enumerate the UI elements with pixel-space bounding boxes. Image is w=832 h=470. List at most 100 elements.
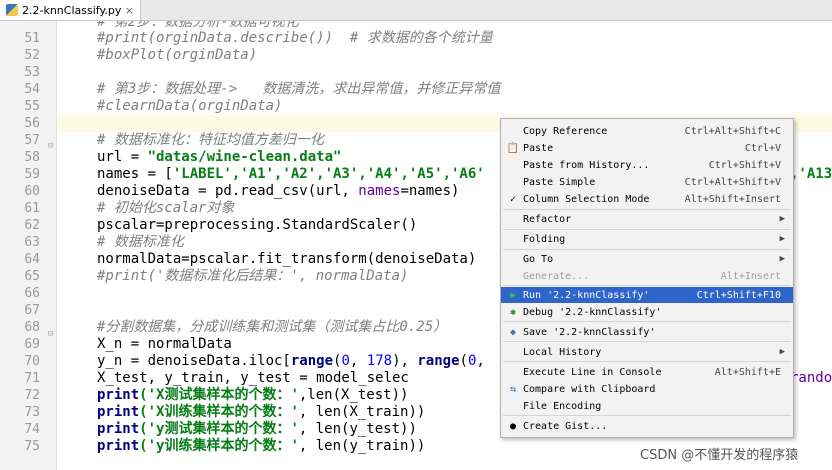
- submenu-arrow-icon: ▶: [779, 214, 785, 224]
- code-text: , len(X_train)): [298, 404, 426, 420]
- menu-separator: [503, 415, 791, 416]
- line-number: 65: [24, 269, 40, 284]
- menu-shortcut: Alt+Shift+E: [714, 366, 781, 378]
- close-icon[interactable]: ×: [125, 4, 134, 17]
- code-builtin: range: [417, 353, 460, 369]
- compare-icon: ⇆: [509, 383, 517, 395]
- line-number: 51: [24, 31, 40, 46]
- code-text: =names): [400, 183, 460, 199]
- line-number: 67: [24, 303, 40, 318]
- code-text: ,len(X_test)): [298, 387, 409, 403]
- menu-label: Execute Line in Console: [523, 366, 662, 378]
- submenu-arrow-icon: ▶: [779, 234, 785, 244]
- menu-item-save[interactable]: ◆ Save '2.2-knnClassify': [501, 324, 793, 340]
- editor-tab-bar: 2.2-knnClassify.py ×: [0, 0, 832, 21]
- paste-icon: 📋: [506, 142, 520, 154]
- menu-item-paste-history[interactable]: Paste from History... Ctrl+Shift+V: [501, 157, 793, 173]
- line-number-gutter: 51 52 53 54 55 56 57 58 59 60 61 62 63 64 65 66 67 68 69 70…: [0, 21, 57, 470]
- code-builtin: print: [97, 438, 140, 454]
- menu-item-debug[interactable]: ✱ Debug '2.2-knnClassify': [501, 304, 793, 320]
- line-number: 63: [24, 235, 40, 250]
- menu-shortcut: Alt+Shift+Insert: [684, 193, 781, 205]
- menu-item-create-gist[interactable]: ● Create Gist...: [501, 418, 793, 434]
- menu-label: Generate...: [523, 270, 590, 282]
- menu-label: Paste from History...: [523, 159, 650, 171]
- code-line-52: #boxPlot(orginData): [57, 47, 832, 64]
- menu-item-execute-line-in-console[interactable]: Execute Line in Console Alt+Shift+E: [501, 364, 793, 380]
- menu-item-go-to[interactable]: Go To ▶: [501, 251, 793, 267]
- line-number: 54: [24, 82, 40, 97]
- code-comment: #clearnData(orginData): [97, 98, 283, 114]
- menu-item-generate[interactable]: Generate... Alt+Insert: [501, 268, 793, 284]
- menu-separator: [503, 361, 791, 362]
- file-tab-title: 2.2-knnClassify.py: [22, 3, 122, 17]
- menu-item-paste-simple[interactable]: Paste Simple Ctrl+Alt+Shift+V: [501, 174, 793, 190]
- menu-shortcut: Ctrl+Shift+F10: [696, 289, 781, 301]
- line-number: 71: [24, 371, 40, 386]
- menu-label: Debug '2.2-knnClassify': [523, 306, 662, 318]
- menu-separator: [503, 209, 791, 210]
- code-text: normalData=pscalar.fit_transform(denoise…: [97, 251, 477, 267]
- line-number: 53: [24, 65, 40, 80]
- fold-marker-icon[interactable]: ⊟: [48, 329, 53, 339]
- github-icon: ●: [509, 420, 517, 432]
- file-tab[interactable]: 2.2-knnClassify.py ×: [0, 0, 141, 20]
- code-text: X_n = normalData: [97, 336, 232, 352]
- menu-separator: [503, 321, 791, 322]
- line-number: 52: [24, 48, 40, 63]
- code-keyword-arg: random: [790, 370, 832, 386]
- menu-item-run[interactable]: ▶ Run '2.2-knnClassify' Ctrl+Shift+F10: [501, 287, 793, 303]
- line-number: 56: [24, 116, 40, 131]
- menu-separator: [503, 249, 791, 250]
- code-text: ,: [476, 353, 485, 369]
- code-line-55: #clearnData(orginData): [57, 98, 832, 115]
- csdn-watermark: CSDN @不懂开发的程序猿: [640, 448, 799, 463]
- menu-item-copy-reference[interactable]: Copy Reference Ctrl+Alt+Shift+C: [501, 123, 793, 139]
- code-number: 178: [366, 353, 393, 369]
- line-number: 66: [24, 286, 40, 301]
- menu-label: Copy Reference: [523, 125, 608, 137]
- code-text: y_n = denoiseData.iloc[: [97, 353, 291, 369]
- menu-label: Column Selection Mode: [523, 193, 650, 205]
- menu-shortcut: Ctrl+V: [744, 142, 781, 154]
- menu-label: Save '2.2-knnClassify': [523, 326, 656, 338]
- line-number: 62: [24, 218, 40, 233]
- line-number: 59: [24, 167, 40, 182]
- line-number: 75: [24, 439, 40, 454]
- line-number: 57: [24, 133, 40, 148]
- menu-item-refactor[interactable]: Refactor ▶: [501, 211, 793, 227]
- code-comment: #boxPlot(orginData): [97, 47, 258, 63]
- menu-label: Go To: [523, 253, 554, 265]
- code-text: (: [459, 353, 468, 369]
- menu-item-compare-with-clipboard[interactable]: ⇆ Compare with Clipboard: [501, 381, 793, 397]
- line-number: 73: [24, 405, 40, 420]
- line-number: 64: [24, 252, 40, 267]
- menu-label: Compare with Clipboard: [523, 383, 656, 395]
- code-builtin: range: [290, 353, 334, 369]
- code-comment: # 初始化scalar对象: [97, 200, 235, 216]
- code-comment: # 第2步：数据分析-数据可视化: [97, 21, 299, 30]
- menu-label: File Encoding: [523, 400, 602, 412]
- code-comment: # 数据标准化: [97, 234, 184, 250]
- menu-item-folding[interactable]: Folding ▶: [501, 231, 793, 247]
- debug-icon: ✱: [509, 306, 517, 318]
- code-comment: #print(orginData.describe()) # 求数据的各个统计量: [97, 30, 493, 46]
- menu-item-column-selection-mode[interactable]: ✓ Column Selection Mode Alt+Shift+Insert: [501, 191, 793, 207]
- menu-item-paste[interactable]: 📋 Paste Ctrl+V: [501, 140, 793, 156]
- menu-separator: [503, 341, 791, 342]
- menu-item-file-encoding[interactable]: File Encoding: [501, 398, 793, 414]
- line-number: 55: [24, 99, 40, 114]
- menu-label: Paste Simple: [523, 176, 596, 188]
- code-line-51: #print(orginData.describe()) # 求数据的各个统计量: [57, 30, 832, 47]
- code-text: , len(y_test)): [298, 421, 417, 437]
- menu-shortcut: Alt+Insert: [720, 270, 781, 282]
- code-line: # 第2步：数据分析-数据可视化: [57, 21, 832, 30]
- fold-marker-icon[interactable]: ⊟: [48, 141, 53, 151]
- menu-item-local-history[interactable]: Local History ▶: [501, 344, 793, 360]
- menu-shortcut: Ctrl+Alt+Shift+C: [684, 125, 781, 137]
- line-number: 69: [24, 337, 40, 352]
- code-string: 'LABEL','A1','A2','A3','A4','A5','A6': [172, 166, 485, 182]
- code-text: pscalar=preprocessing.StandardScaler(): [97, 217, 418, 233]
- menu-label: Refactor: [523, 213, 572, 225]
- code-comment: #print('数据标准化后结果：', normalData): [97, 268, 409, 284]
